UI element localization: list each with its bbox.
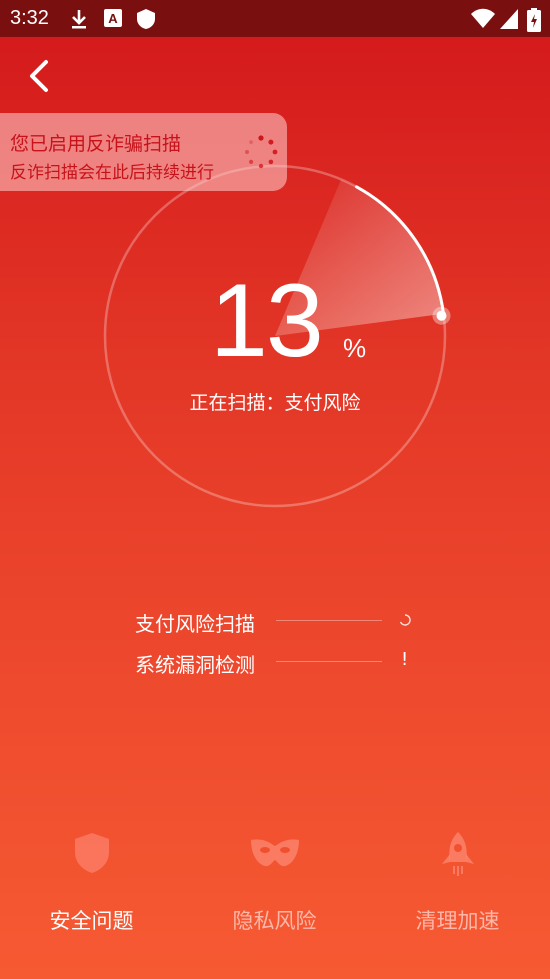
nav-label-security-issues[interactable]: 安全问题 — [0, 905, 183, 935]
toast-title: 您已启用反诈骗扫描 — [10, 134, 182, 155]
nav-cleanup-boost[interactable] — [366, 830, 549, 884]
task-scanning-icon — [399, 614, 411, 626]
toast-subtitle: 反诈扫描会在此后持续进行 — [10, 163, 214, 182]
progress-percent: 13 — [210, 263, 324, 379]
rocket-icon — [441, 832, 474, 876]
nav-security-issues[interactable] — [0, 830, 183, 880]
scan-status-text: 正在扫描：支付风险 — [189, 393, 361, 414]
dial-progress-dot — [436, 310, 447, 321]
task-divider — [276, 661, 382, 662]
shield-icon — [74, 833, 109, 873]
loading-spinner-icon — [245, 135, 278, 169]
task-payment-risk-label: 支付风险扫描 — [135, 614, 255, 636]
task-system-vuln-label: 系统漏洞检测 — [135, 655, 255, 677]
task-divider — [276, 620, 382, 621]
nav-privacy-risk[interactable] — [183, 830, 366, 880]
nav-label-privacy-risk[interactable]: 隐私风险 — [183, 905, 366, 935]
task-warning-mark: ! — [401, 649, 409, 670]
progress-percent-sign: % — [343, 333, 367, 363]
mask-icon — [250, 839, 299, 867]
nav-label-cleanup-boost[interactable]: 清理加速 — [366, 905, 549, 935]
